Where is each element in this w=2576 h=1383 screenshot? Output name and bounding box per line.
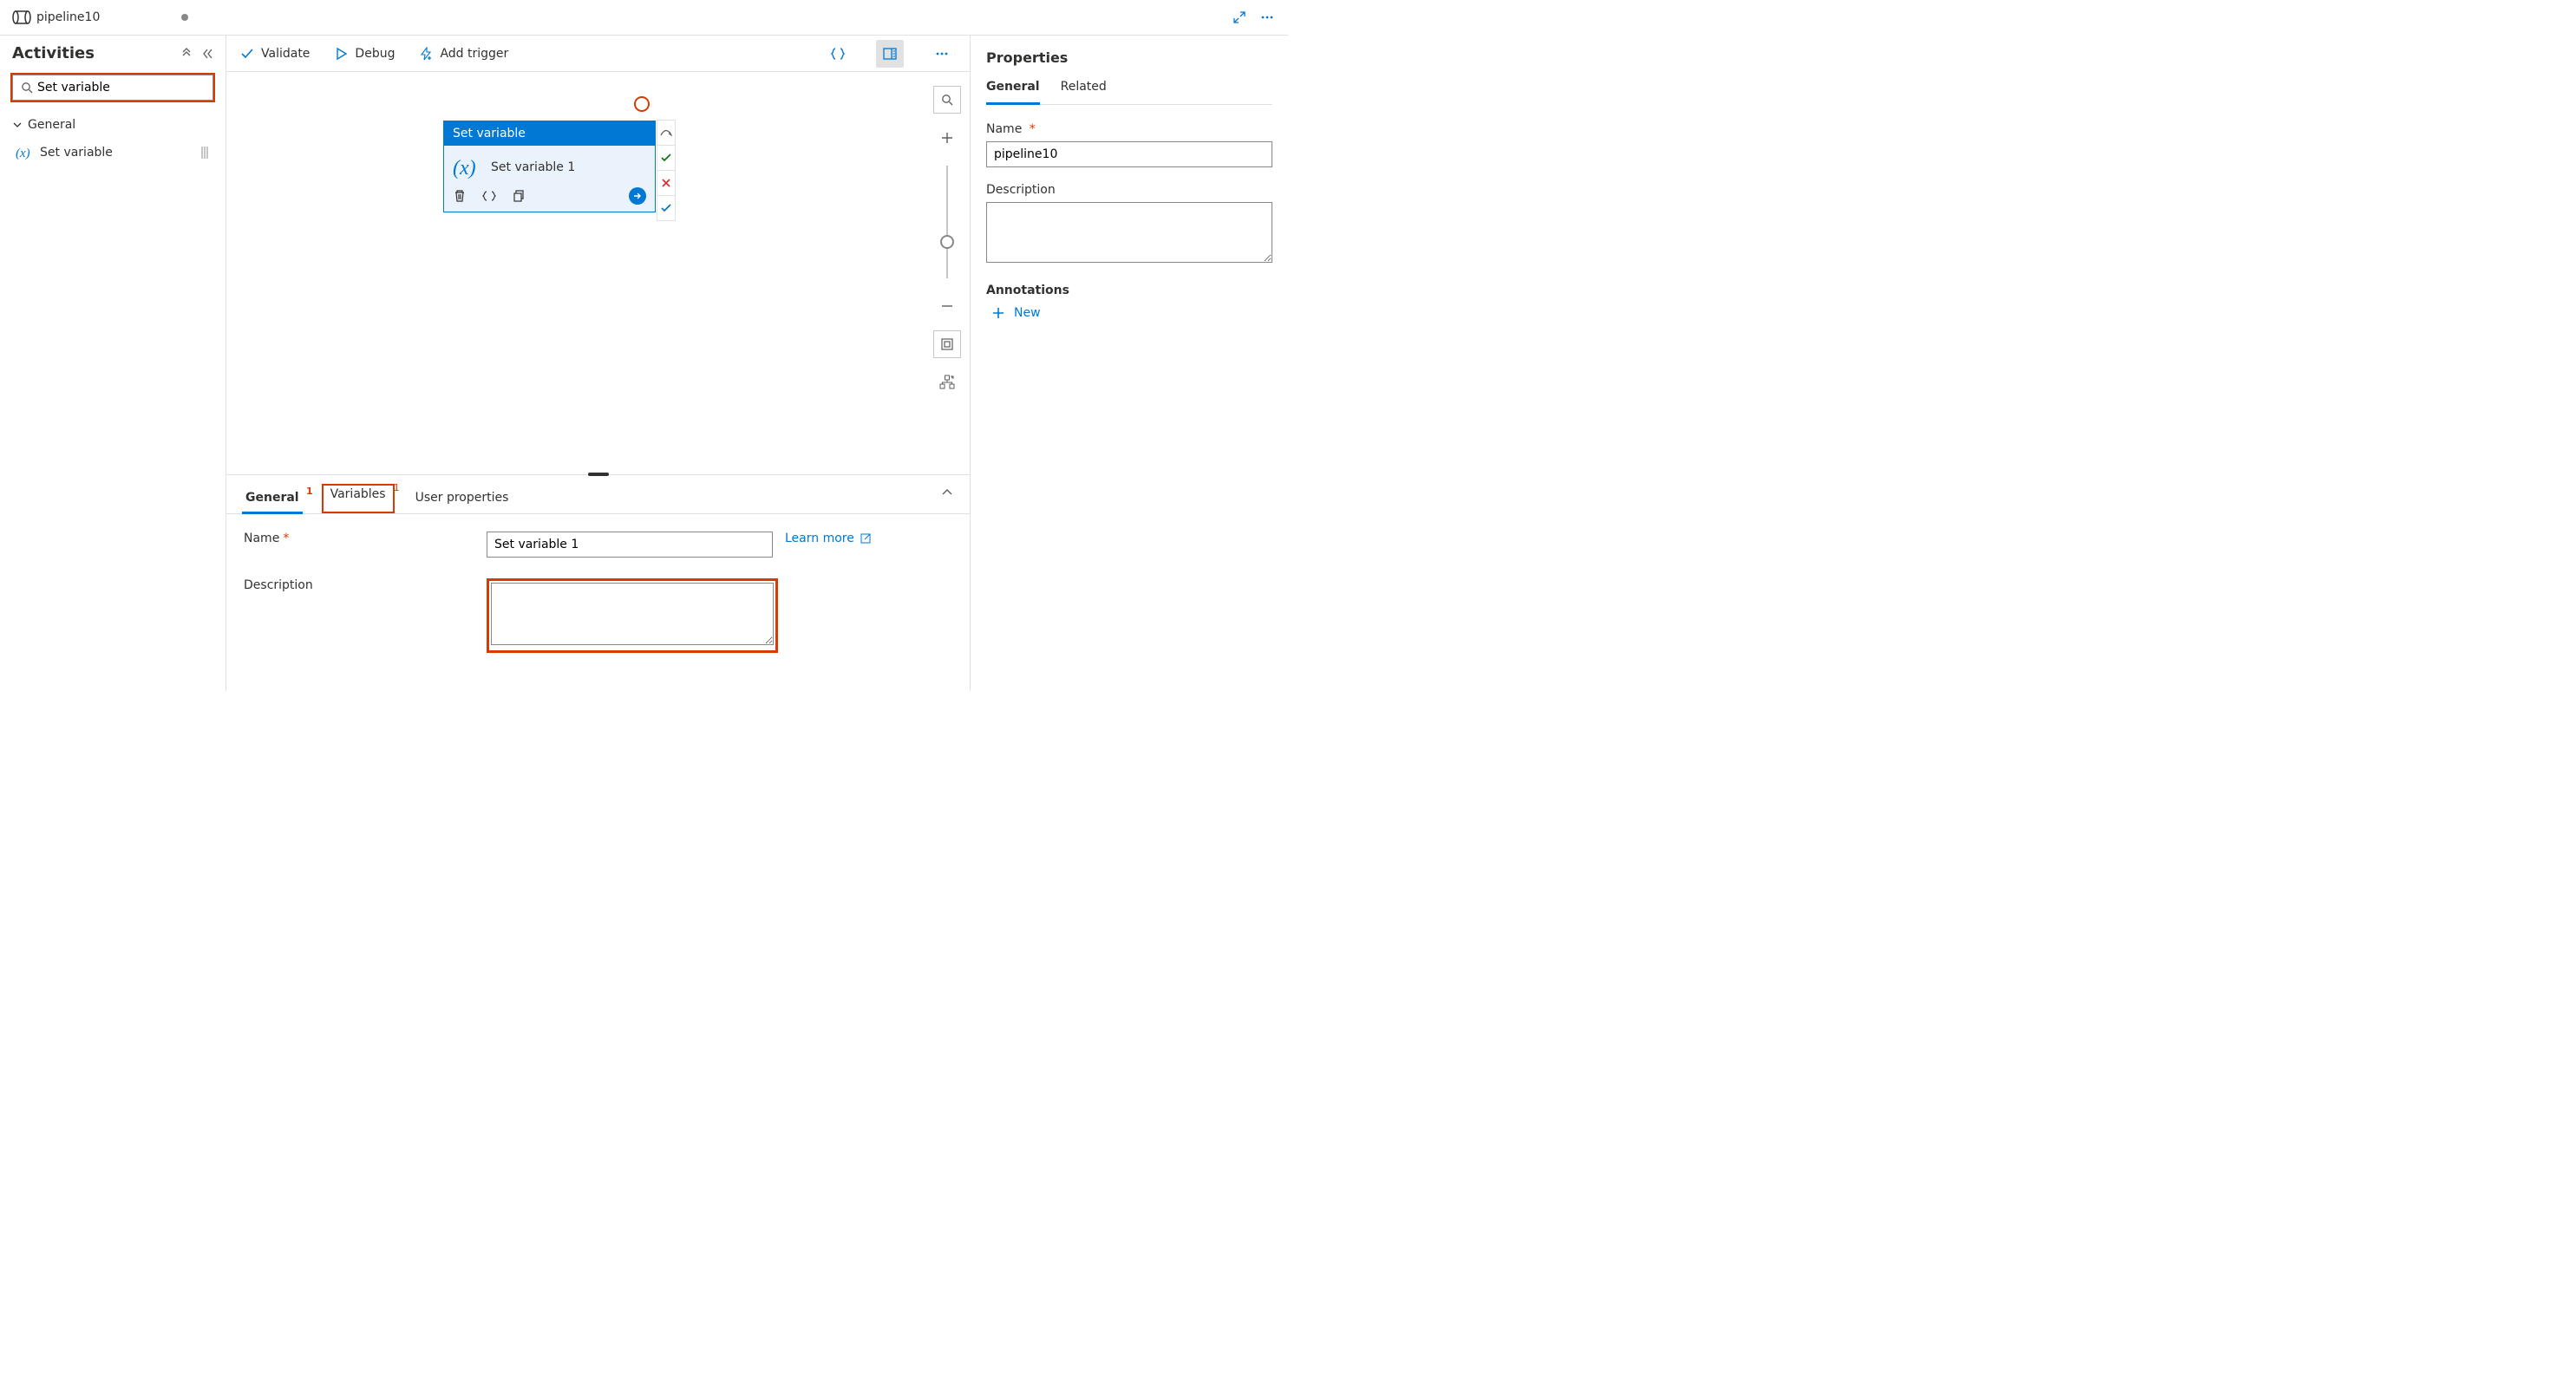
activity-bottom-panel: General 1 Variables 1 User properties bbox=[226, 474, 970, 691]
canvas-search-button[interactable] bbox=[933, 86, 961, 114]
validate-label: Validate bbox=[261, 47, 310, 61]
properties-tab-related[interactable]: Related bbox=[1061, 80, 1107, 104]
zoom-slider[interactable] bbox=[946, 166, 948, 278]
activities-search-input[interactable] bbox=[12, 75, 213, 101]
highlight-circle-icon bbox=[634, 96, 650, 112]
status-fail-icon[interactable] bbox=[657, 170, 676, 196]
debug-button[interactable]: Debug bbox=[334, 47, 395, 61]
toolbar-more-icon[interactable] bbox=[928, 40, 956, 68]
name-label: Name* bbox=[244, 532, 487, 545]
status-completion-icon[interactable] bbox=[657, 195, 676, 221]
pipeline-description-input[interactable] bbox=[986, 202, 1272, 263]
delete-icon[interactable] bbox=[453, 189, 467, 203]
activity-list-item-label: Set variable bbox=[40, 146, 113, 160]
activity-name-input[interactable] bbox=[487, 532, 773, 558]
annotations-title: Annotations bbox=[986, 284, 1272, 297]
properties-pane: Properties General Related Name * Descri… bbox=[971, 36, 1288, 691]
badge: 1 bbox=[394, 482, 400, 493]
add-trigger-label: Add trigger bbox=[440, 47, 508, 61]
activity-card-name: Set variable 1 bbox=[491, 160, 575, 174]
activity-card-header: Set variable bbox=[444, 121, 655, 146]
copy-icon[interactable] bbox=[512, 189, 526, 203]
unsaved-dot-icon bbox=[181, 14, 188, 21]
canvas[interactable]: Set variable (x) Set variable 1 bbox=[226, 72, 970, 474]
status-skip-icon[interactable] bbox=[657, 120, 676, 146]
props-description-label: Description bbox=[986, 183, 1272, 197]
plus-icon bbox=[991, 306, 1005, 320]
add-trigger-button[interactable]: Add trigger bbox=[419, 47, 508, 61]
code-icon[interactable] bbox=[482, 189, 496, 203]
activity-card-set-variable[interactable]: Set variable (x) Set variable 1 bbox=[443, 121, 656, 212]
svg-text:(x): (x) bbox=[16, 147, 30, 160]
external-link-icon bbox=[860, 532, 872, 545]
canvas-tools bbox=[933, 86, 961, 396]
chevron-down-icon bbox=[12, 120, 23, 130]
auto-layout-button[interactable] bbox=[933, 369, 961, 396]
zoom-thumb[interactable] bbox=[940, 235, 954, 249]
activity-bottom-tabs: General 1 Variables 1 User properties bbox=[226, 475, 970, 514]
pipeline-toolbar: Validate Debug Add trigger bbox=[226, 36, 970, 72]
collapse-sidebar-icon[interactable] bbox=[201, 48, 213, 60]
collapse-all-icon[interactable] bbox=[180, 48, 193, 60]
learn-more-link[interactable]: Learn more bbox=[785, 532, 872, 545]
debug-label: Debug bbox=[355, 47, 395, 61]
variables-tab-highlight: Variables 1 bbox=[322, 484, 395, 513]
activities-search-highlight bbox=[10, 73, 215, 102]
properties-title: Properties bbox=[986, 49, 1272, 66]
svg-text:(x): (x) bbox=[453, 157, 476, 179]
pipeline-tab-name[interactable]: pipeline10 bbox=[36, 10, 100, 24]
pipeline-tabbar: pipeline10 bbox=[0, 0, 1288, 36]
props-name-label: Name * bbox=[986, 122, 1272, 136]
bottom-tab-general[interactable]: General 1 bbox=[242, 491, 303, 513]
pipeline-name-input[interactable] bbox=[986, 141, 1272, 167]
center-pane: Validate Debug Add trigger bbox=[226, 36, 971, 691]
drag-handle-icon bbox=[201, 147, 208, 159]
activity-list-item-set-variable[interactable]: (x) Set variable bbox=[12, 139, 213, 166]
bottom-tab-user-properties[interactable]: User properties bbox=[412, 491, 513, 513]
zoom-out-button[interactable] bbox=[933, 292, 961, 320]
search-icon bbox=[21, 82, 33, 94]
more-icon[interactable] bbox=[1260, 10, 1274, 24]
properties-toggle-icon[interactable] bbox=[876, 40, 904, 68]
new-annotation-button[interactable]: New bbox=[986, 306, 1041, 320]
zoom-in-button[interactable] bbox=[933, 124, 961, 152]
zoom-fit-button[interactable] bbox=[933, 330, 961, 358]
main-area: Activities General (x) Set bbox=[0, 36, 1288, 691]
activities-group-general[interactable]: General bbox=[12, 118, 213, 132]
activities-sidebar: Activities General (x) Set bbox=[0, 36, 226, 691]
activities-group-label: General bbox=[28, 118, 75, 132]
collapse-panel-icon[interactable] bbox=[940, 486, 954, 499]
json-view-icon[interactable] bbox=[824, 40, 852, 68]
pipeline-icon bbox=[12, 10, 31, 25]
validate-button[interactable]: Validate bbox=[240, 47, 310, 61]
properties-tab-general[interactable]: General bbox=[986, 80, 1040, 105]
expand-icon[interactable] bbox=[1232, 10, 1246, 24]
status-success-icon[interactable] bbox=[657, 145, 676, 171]
description-highlight bbox=[487, 578, 778, 653]
variable-icon: (x) bbox=[453, 156, 481, 179]
bottom-tab-variables[interactable]: Variables 1 bbox=[327, 487, 389, 510]
description-label: Description bbox=[244, 578, 487, 592]
activity-description-input[interactable] bbox=[491, 583, 774, 645]
activity-arrow-icon[interactable] bbox=[629, 187, 646, 205]
activities-title: Activities bbox=[12, 44, 95, 62]
badge: 1 bbox=[306, 486, 313, 497]
activity-status-column bbox=[657, 121, 676, 221]
variable-icon: (x) bbox=[16, 144, 33, 161]
